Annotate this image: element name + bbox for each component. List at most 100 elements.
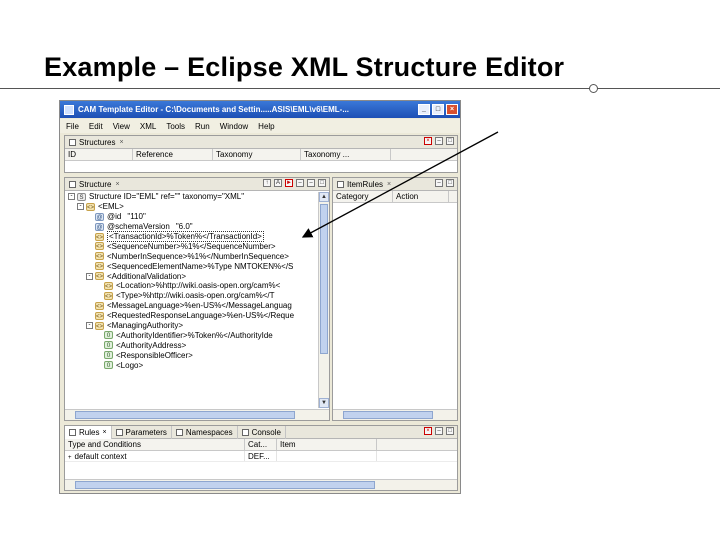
element-icon: <> — [86, 202, 95, 211]
menu-help[interactable]: Help — [258, 122, 274, 131]
delete-icon[interactable]: × — [424, 427, 432, 435]
collapse-toggle-icon[interactable]: - — [77, 203, 84, 211]
tab-namespaces[interactable]: Namespaces — [172, 426, 238, 439]
up-icon[interactable]: ↑ — [263, 179, 271, 187]
tree-node[interactable]: <> <SequencedElementName>%Type NMTOKEN%</… — [65, 261, 317, 271]
menu-tools[interactable]: Tools — [166, 122, 185, 131]
column-cat[interactable]: Cat... — [245, 439, 277, 450]
column-category[interactable]: Category — [333, 191, 393, 202]
column-item[interactable]: Item — [277, 439, 377, 450]
collapse-icon[interactable]: – — [296, 179, 304, 187]
scrollbar-thumb[interactable] — [343, 411, 433, 419]
tab-structure[interactable]: Structure × ↑ A ► – – □ — [65, 178, 329, 191]
cell-item — [277, 451, 377, 461]
maximize-view-icon[interactable]: □ — [446, 179, 454, 187]
close-tab-icon[interactable]: × — [387, 181, 391, 188]
maximize-view-icon[interactable]: □ — [318, 179, 326, 187]
itemrules-view-icon — [337, 180, 344, 188]
tab-console[interactable]: Console — [238, 426, 286, 439]
scroll-up-icon[interactable]: ▲ — [319, 192, 329, 202]
tree-node[interactable]: - <> <AdditionalValidation> — [65, 271, 317, 281]
tab-parameters[interactable]: Parameters — [112, 426, 172, 439]
structure-tree[interactable]: - S Structure ID="EML" ref="" taxonomy="XM… — [65, 192, 317, 408]
tab-rules[interactable]: Rules × — [65, 426, 112, 439]
tree-node[interactable]: <> <SequenceNumber>%1%</SequenceNumber> — [65, 241, 317, 251]
run-icon[interactable]: ► — [285, 179, 293, 187]
horizontal-scrollbar[interactable] — [65, 479, 457, 490]
menu-run[interactable]: Run — [195, 122, 210, 131]
tab-itemrules[interactable]: ItemRules × – □ — [333, 178, 457, 191]
menu-file[interactable]: File — [66, 122, 79, 131]
column-type-and-conditions[interactable]: Type and Conditions — [65, 439, 245, 450]
maximize-view-icon[interactable]: □ — [446, 137, 454, 145]
tree-node[interactable]: @ @id "110" — [65, 212, 317, 222]
scrollbar-thumb[interactable] — [320, 204, 328, 354]
collapse-toggle-icon[interactable]: - — [86, 272, 93, 280]
rules-view: Rules × Parameters Namespaces Console × … — [64, 425, 458, 491]
column-taxonomy-2[interactable]: Taxonomy ... — [301, 149, 391, 160]
minimize-button[interactable]: _ — [418, 104, 430, 115]
table-row[interactable]: + default context DEF... — [65, 451, 457, 462]
scrollbar-thumb[interactable] — [75, 411, 295, 419]
tree-node[interactable]: <> <MessageLanguage>%en-US%</MessageLangu… — [65, 301, 317, 311]
maximize-view-icon[interactable]: □ — [446, 427, 454, 435]
column-reference[interactable]: Reference — [133, 149, 213, 160]
tree-node-label: Structure ID="EML" ref="" taxonomy="XML" — [89, 192, 245, 202]
close-tab-icon[interactable]: × — [102, 429, 106, 436]
tree-node-label: <AdditionalValidation> — [107, 271, 187, 281]
tree-node-label: <MessageLanguage>%en-US%</MessageLanguag — [107, 301, 292, 311]
tree-node[interactable]: - <> <ManagingAuthority> — [65, 321, 317, 331]
tree-node[interactable]: <> <NumberInSequence>%1%</NumberInSequenc… — [65, 251, 317, 261]
minimize-view-icon[interactable]: – — [435, 137, 443, 145]
menu-xml[interactable]: XML — [140, 122, 156, 131]
horizontal-scrollbar[interactable] — [65, 409, 329, 420]
close-tab-icon[interactable]: × — [119, 139, 123, 146]
cell-type-text: default context — [74, 452, 127, 461]
tree-node[interactable]: <> <RequestedResponseLanguage>%en-US%</Re… — [65, 311, 317, 321]
vertical-scrollbar[interactable]: ▲ ▼ — [318, 192, 329, 408]
horizontal-scrollbar[interactable] — [333, 409, 457, 420]
collapse-toggle-icon[interactable]: - — [86, 322, 93, 330]
attribute-icon: @ — [95, 212, 104, 221]
element-icon: <> — [95, 321, 104, 330]
menu-edit[interactable]: Edit — [89, 122, 103, 131]
column-id[interactable]: ID — [65, 149, 133, 160]
tree-node-label: <SequencedElementName>%Type NMTOKEN%</S — [107, 261, 294, 271]
view-toolbar: – □ — [435, 179, 454, 187]
element-icon: <> — [95, 262, 104, 271]
tree-node[interactable]: 0 <AuthorityAddress> — [65, 340, 317, 350]
maximize-button[interactable]: □ — [432, 104, 444, 115]
scroll-down-icon[interactable]: ▼ — [319, 398, 329, 408]
window-titlebar[interactable]: CAM Template Editor - C:\Documents and S… — [60, 101, 460, 118]
tree-node[interactable]: <> <Type>%http://wiki.oasis-open.org/cam%… — [65, 291, 317, 301]
tree-node[interactable]: <> <Location>%http://wiki.oasis-open.org/… — [65, 281, 317, 291]
validate-icon[interactable]: A — [274, 179, 282, 187]
element-icon: <> — [95, 252, 104, 261]
delete-icon[interactable]: × — [424, 137, 432, 145]
tab-structures[interactable]: Structures × × – □ — [65, 136, 457, 149]
tree-node-label: <EML> — [98, 202, 124, 212]
menu-view[interactable]: View — [113, 122, 130, 131]
collapse-toggle-icon[interactable]: - — [68, 193, 75, 201]
structures-column-header: ID Reference Taxonomy Taxonomy ... — [65, 149, 457, 161]
scrollbar-thumb[interactable] — [75, 481, 375, 489]
tree-node[interactable]: 0 <Logo> — [65, 360, 317, 370]
minimize-view-icon[interactable]: – — [307, 179, 315, 187]
tree-node[interactable]: 0 <ResponsibleOfficer> — [65, 350, 317, 360]
tree-node[interactable]: - <> <EML> — [65, 202, 317, 212]
element-icon: <> — [104, 281, 113, 290]
menu-window[interactable]: Window — [220, 122, 248, 131]
minimize-view-icon[interactable]: – — [435, 179, 443, 187]
column-taxonomy[interactable]: Taxonomy — [213, 149, 301, 160]
tree-node[interactable]: - S Structure ID="EML" ref="" taxonomy="XM… — [65, 192, 317, 202]
itemrules-column-header: Category Action — [333, 191, 457, 203]
tree-node[interactable]: <> <TransactionId>%Token%</TransactionId> — [65, 231, 317, 243]
view-toolbar: × – □ — [424, 137, 454, 145]
close-button[interactable]: × — [446, 104, 458, 115]
tab-console-label: Console — [251, 427, 281, 437]
column-action[interactable]: Action — [393, 191, 449, 202]
minimize-view-icon[interactable]: – — [435, 427, 443, 435]
tree-node[interactable]: 0 <AuthorityIdentifier>%Token%</Authority… — [65, 330, 317, 340]
expand-icon[interactable]: + — [68, 455, 72, 461]
close-tab-icon[interactable]: × — [115, 181, 119, 188]
